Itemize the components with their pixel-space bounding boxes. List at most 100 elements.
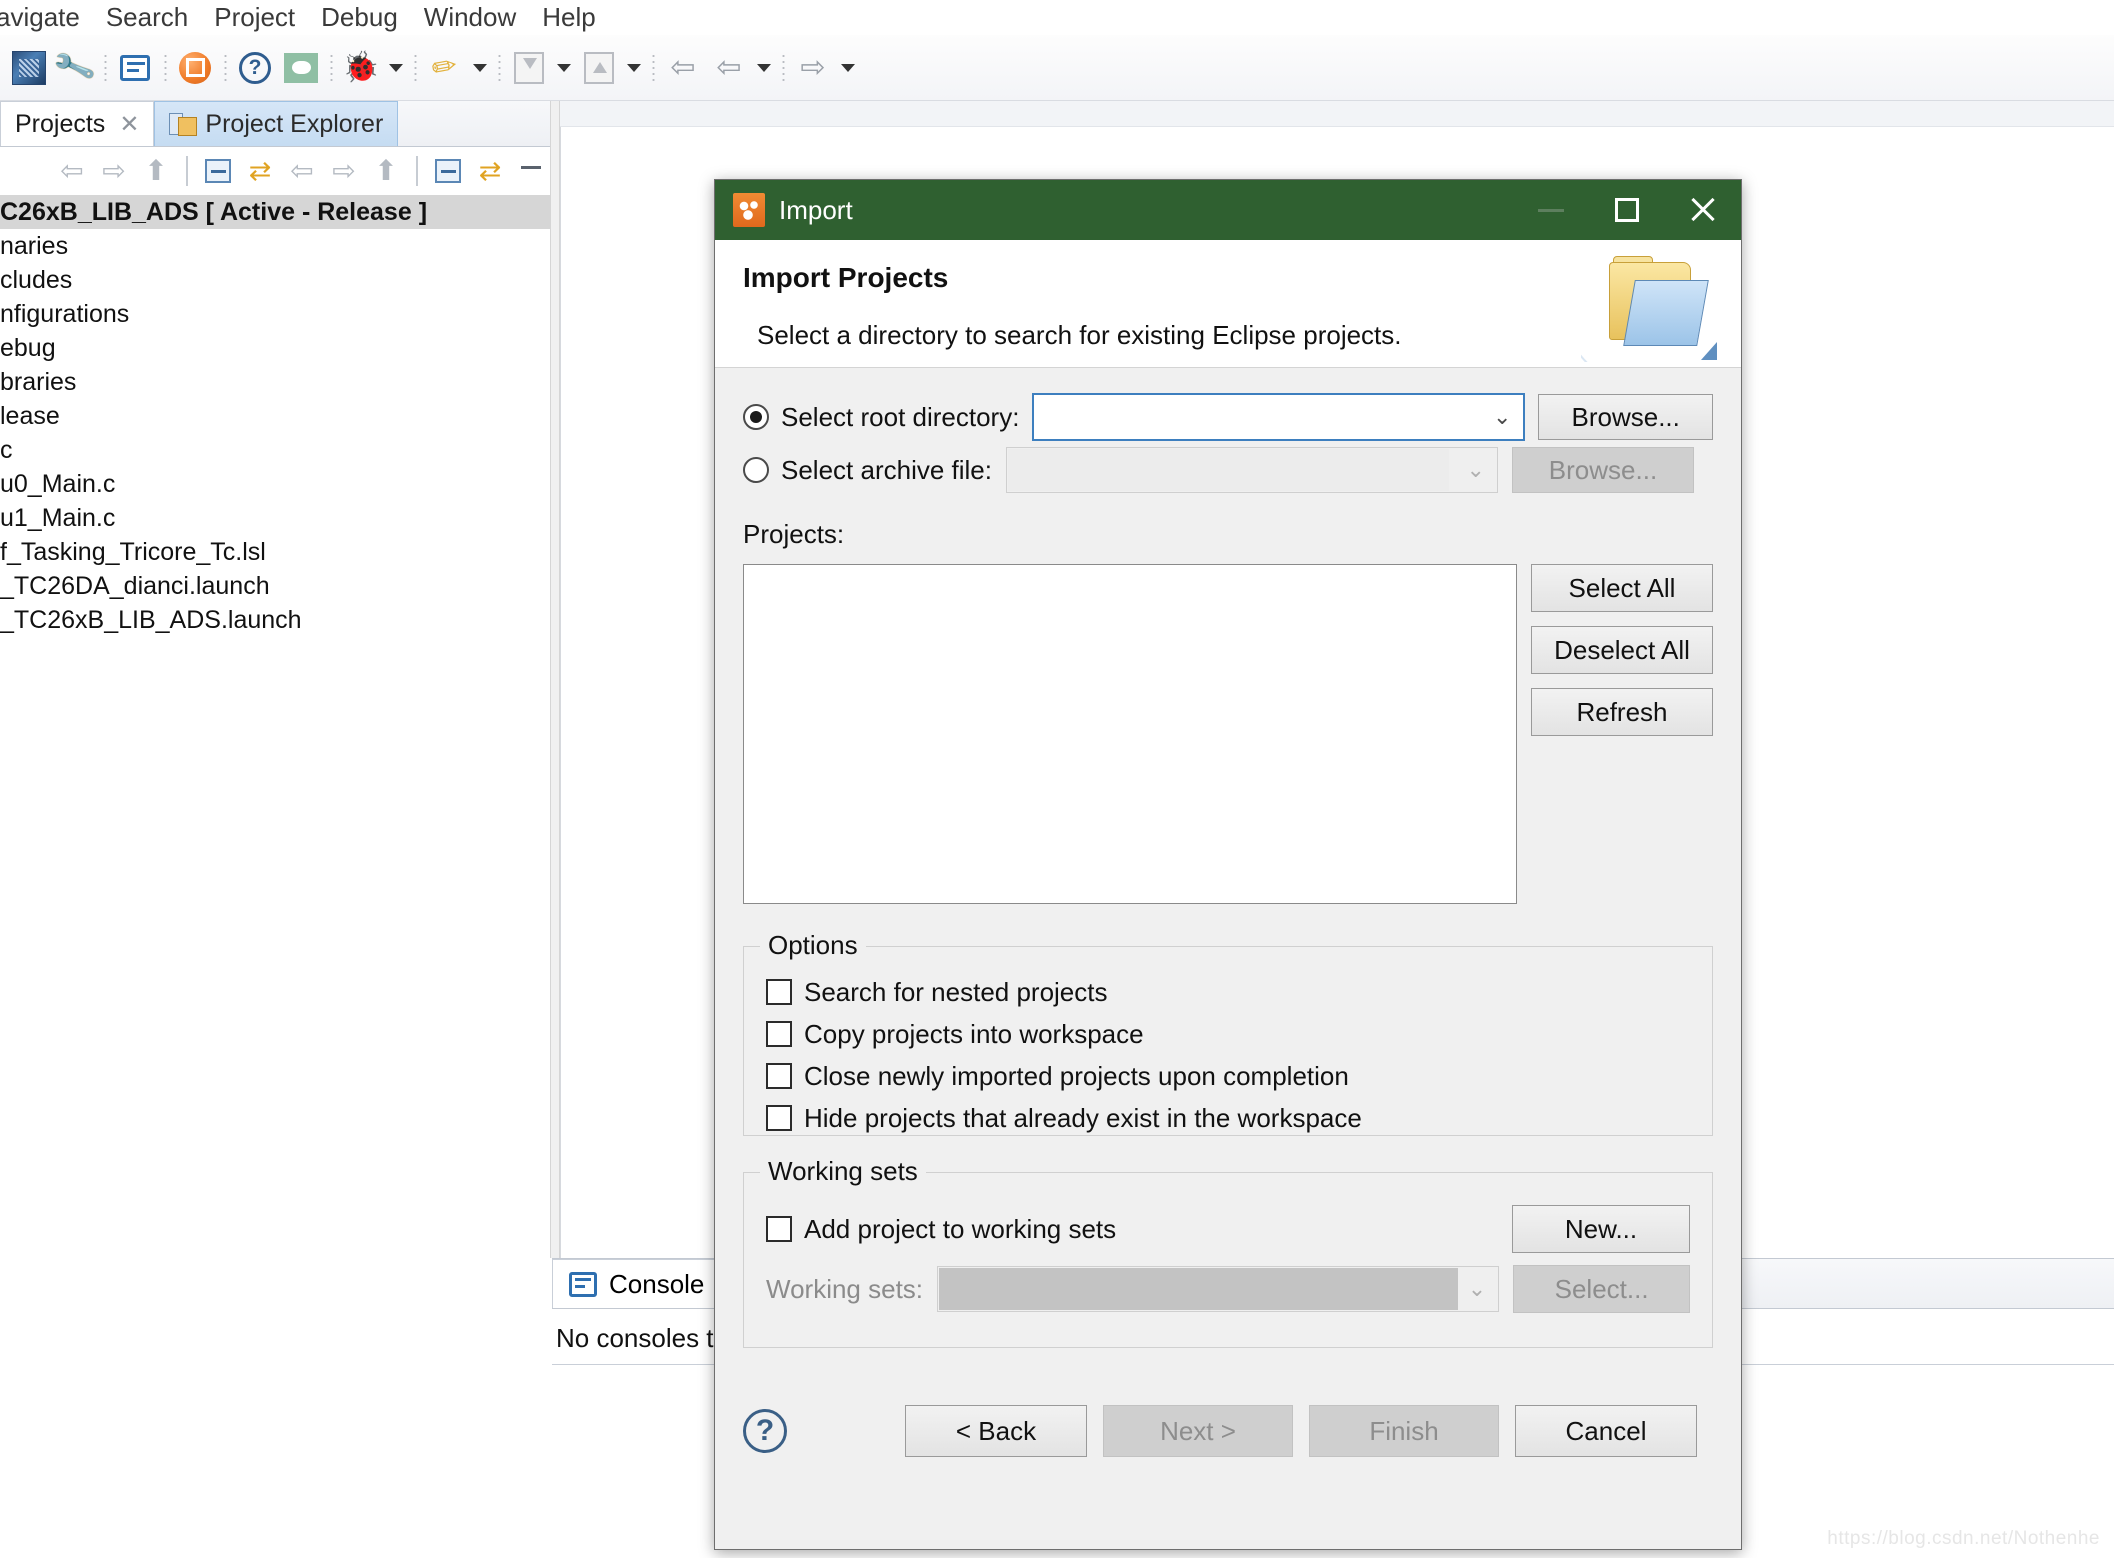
wrench-icon[interactable]: 🔧	[52, 45, 98, 91]
tree-item-configurations[interactable]: nfigurations	[0, 297, 550, 331]
option-copy-workspace[interactable]: Copy projects into workspace	[766, 1013, 1712, 1055]
link-with-editor-icon[interactable]: ⇄	[470, 151, 510, 191]
tree-item-libraries[interactable]: braries	[0, 365, 550, 399]
export-dropdown-icon[interactable]	[622, 45, 646, 91]
checkbox-search-nested[interactable]	[766, 979, 792, 1005]
help-icon[interactable]: ?	[232, 45, 278, 91]
debug-bug-icon[interactable]: 🐞	[338, 45, 384, 91]
forward-nav-icon[interactable]: ⇨	[790, 45, 836, 91]
vertical-sash[interactable]	[550, 101, 560, 1258]
option-close-imported[interactable]: Close newly imported projects upon compl…	[766, 1055, 1712, 1097]
back-button[interactable]: < Back	[905, 1405, 1087, 1457]
toolbar-separator	[98, 51, 112, 85]
menu-bar: avigate Search Project Debug Window Help	[0, 0, 2114, 35]
dialog-window-controls	[1513, 180, 1741, 240]
radio-select-archive-file[interactable]	[743, 457, 769, 483]
collapse-all-icon[interactable]	[198, 151, 238, 191]
tree-item-launch-lib-ads[interactable]: _TC26xB_LIB_ADS.launch	[0, 603, 550, 637]
working-sets-group: Working sets Add project to working sets…	[743, 1172, 1713, 1348]
tree-item-binaries[interactable]: naries	[0, 229, 550, 263]
back-arrow-icon[interactable]: ⇦	[282, 151, 322, 191]
project-tree[interactable]: C26xB_LIB_ADS [ Active - Release ] narie…	[0, 195, 550, 1258]
deselect-all-button[interactable]: Deselect All	[1531, 626, 1713, 674]
back-dropdown-icon[interactable]	[752, 45, 776, 91]
console-icon[interactable]	[112, 45, 158, 91]
menu-item-search[interactable]: Search	[93, 0, 201, 35]
run-dropdown-icon[interactable]	[468, 45, 492, 91]
link-with-editor-icon[interactable]: ⇄	[240, 151, 280, 191]
checkbox-copy-workspace[interactable]	[766, 1021, 792, 1047]
menu-item-window[interactable]: Window	[411, 0, 529, 35]
dialog-header: Import Projects Select a directory to se…	[715, 240, 1741, 368]
collapse-all-icon[interactable]	[428, 151, 468, 191]
toolbar-separator	[416, 156, 418, 186]
close-icon	[1688, 195, 1718, 225]
option-hide-existing[interactable]: Hide projects that already exist in the …	[766, 1097, 1712, 1139]
tree-item-launch-dianci[interactable]: _TC26DA_dianci.launch	[0, 569, 550, 603]
menu-item-navigate[interactable]: avigate	[0, 0, 93, 35]
tab-projects[interactable]: Projects ✕	[0, 101, 154, 146]
forward-arrow-icon[interactable]: ⇨	[324, 151, 364, 191]
run-pencil-icon[interactable]: ✏	[422, 45, 468, 91]
terminate-icon[interactable]	[172, 45, 218, 91]
next-button: Next >	[1103, 1405, 1293, 1457]
toolbar-separator	[646, 51, 660, 85]
back-arrow-icon[interactable]: ⇦	[52, 151, 92, 191]
tree-item-src[interactable]: c	[0, 433, 550, 467]
up-arrow-icon[interactable]: ⬆	[366, 151, 406, 191]
up-arrow-icon[interactable]: ⬆	[136, 151, 176, 191]
cancel-button[interactable]: Cancel	[1515, 1405, 1697, 1457]
checkbox-close-imported[interactable]	[766, 1063, 792, 1089]
dialog-title-bar[interactable]: Import	[715, 180, 1741, 240]
menu-item-help[interactable]: Help	[529, 0, 608, 35]
browse-archive-button: Browse...	[1512, 447, 1694, 493]
checkbox-hide-existing[interactable]	[766, 1105, 792, 1131]
build-hammer-icon[interactable]	[6, 45, 52, 91]
back-arrow-icon[interactable]: ⇦	[660, 45, 706, 91]
dialog-title: Import	[779, 195, 853, 226]
forward-dropdown-icon[interactable]	[836, 45, 860, 91]
toolbar-separator	[218, 51, 232, 85]
eclipse-window: avigate Search Project Debug Window Help…	[0, 0, 2114, 1558]
close-icon[interactable]: ✕	[119, 110, 139, 139]
tab-project-explorer[interactable]: Project Explorer	[154, 101, 398, 146]
select-all-button[interactable]: Select All	[1531, 564, 1713, 612]
menu-item-project[interactable]: Project	[201, 0, 308, 35]
tree-item-cpu0-main[interactable]: u0_Main.c	[0, 467, 550, 501]
help-icon[interactable]: ?	[743, 1409, 787, 1453]
select-working-set-button: Select...	[1513, 1265, 1690, 1313]
import-icon[interactable]	[506, 45, 552, 91]
tree-item-release[interactable]: lease	[0, 399, 550, 433]
view-menu-icon[interactable]	[512, 151, 552, 191]
projects-list[interactable]	[743, 564, 1517, 904]
root-directory-combo[interactable]: ⌄	[1033, 394, 1524, 440]
tree-item-cpu1-main[interactable]: u1_Main.c	[0, 501, 550, 535]
forward-arrow-icon[interactable]: ⇦	[706, 45, 752, 91]
tree-item-includes[interactable]: cludes	[0, 263, 550, 297]
maximize-button[interactable]	[1589, 180, 1665, 240]
add-working-set-row: Add project to working sets New...	[766, 1203, 1690, 1255]
root-directory-input[interactable]	[1034, 395, 1493, 439]
import-dropdown-icon[interactable]	[552, 45, 576, 91]
chevron-down-icon[interactable]: ⌄	[1493, 404, 1511, 430]
tree-item-debug[interactable]: ebug	[0, 331, 550, 365]
browse-root-button[interactable]: Browse...	[1538, 394, 1713, 440]
working-sets-combo: ⌄	[937, 1266, 1499, 1312]
forward-arrow-icon[interactable]: ⇨	[94, 151, 134, 191]
export-icon[interactable]	[576, 45, 622, 91]
option-nested-projects[interactable]: Search for nested projects	[766, 971, 1712, 1013]
tree-item-lsl-file[interactable]: f_Tasking_Tricore_Tc.lsl	[0, 535, 550, 569]
tree-item-project[interactable]: C26xB_LIB_ADS [ Active - Release ]	[0, 195, 550, 229]
comment-icon[interactable]	[278, 45, 324, 91]
refresh-button[interactable]: Refresh	[1531, 688, 1713, 736]
menu-item-debug[interactable]: Debug	[308, 0, 411, 35]
tab-projects-label: Projects	[15, 110, 105, 139]
debug-dropdown-icon[interactable]	[384, 45, 408, 91]
close-button[interactable]	[1665, 180, 1741, 240]
checkbox-add-working-sets[interactable]	[766, 1216, 792, 1242]
radio-select-root-directory[interactable]	[743, 404, 769, 430]
minimize-button[interactable]	[1513, 180, 1589, 240]
dialog-body: Select root directory: ⌄ Browse... Selec…	[715, 368, 1741, 1483]
options-group: Options Search for nested projects Copy …	[743, 946, 1713, 1136]
new-working-set-button[interactable]: New...	[1512, 1205, 1690, 1253]
